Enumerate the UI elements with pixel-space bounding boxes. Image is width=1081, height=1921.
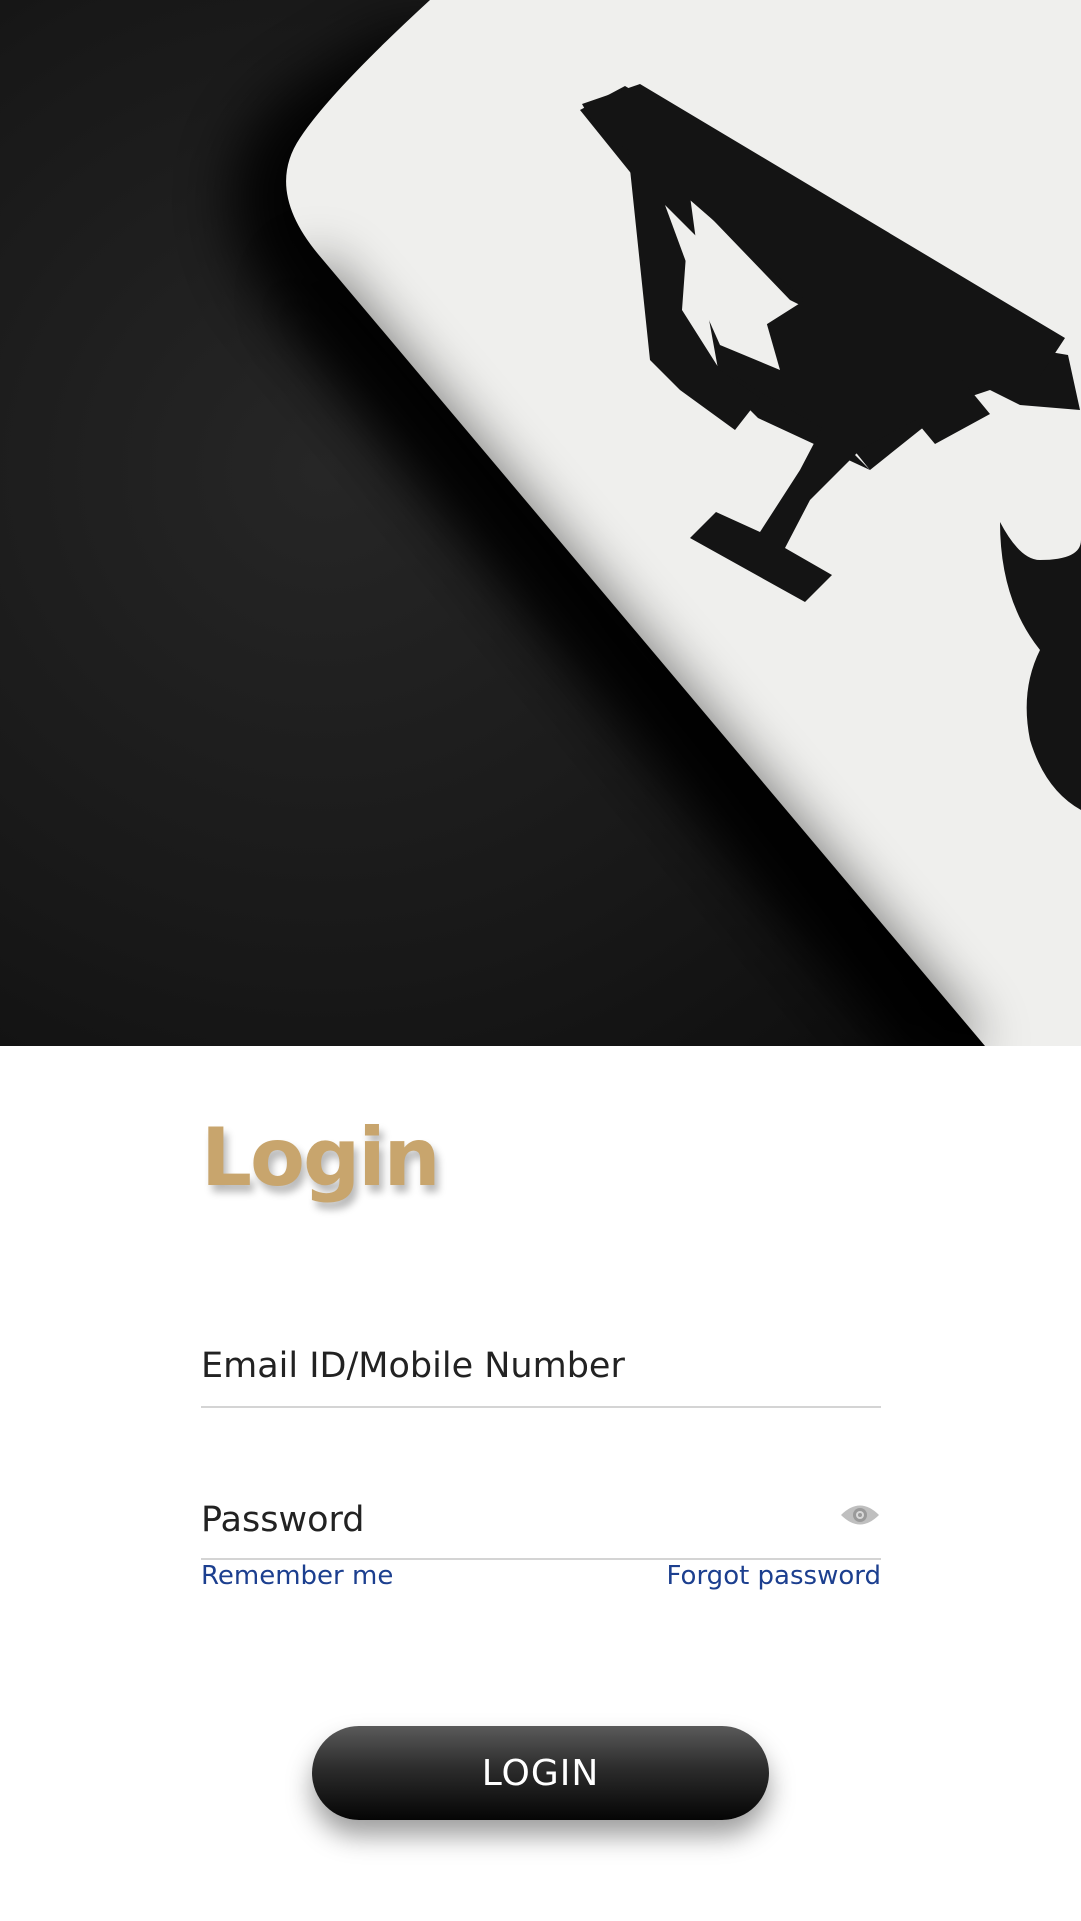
login-screen: Login Email ID/Mobile Number Password Re… — [0, 0, 1081, 1921]
ace-card-illustration — [0, 0, 1081, 1046]
forgot-password-link[interactable]: Forgot password — [667, 1561, 881, 1591]
email-placeholder: Email ID/Mobile Number — [201, 1346, 625, 1386]
password-placeholder: Password — [201, 1500, 365, 1540]
login-title: Login — [201, 1111, 441, 1204]
remember-me-link[interactable]: Remember me — [201, 1561, 393, 1591]
eye-icon[interactable] — [839, 1502, 881, 1528]
email-field[interactable]: Email ID/Mobile Number — [201, 1298, 881, 1408]
hero-image — [0, 0, 1081, 1046]
password-field[interactable]: Password — [201, 1452, 881, 1560]
login-button-label: LOGIN — [481, 1752, 600, 1794]
login-button[interactable]: LOGIN — [312, 1726, 769, 1820]
